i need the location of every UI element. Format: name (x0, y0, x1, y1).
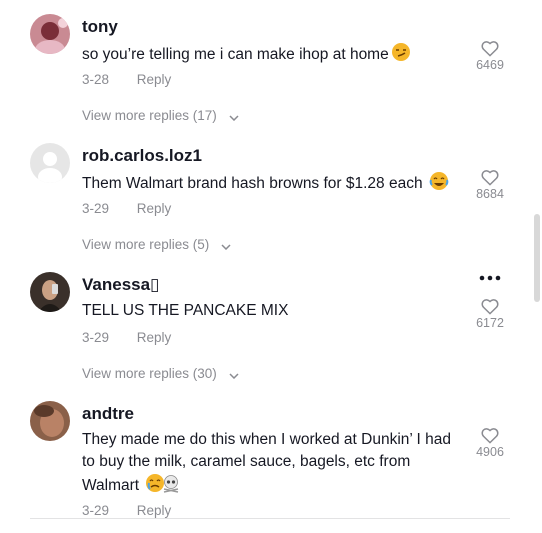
like-count: 6469 (476, 58, 504, 72)
comment-text: Them Walmart brand hash browns for $1.28… (82, 171, 462, 198)
comment-date: 3-29 (82, 201, 110, 216)
comment-text-content: Them Walmart brand hash browns for $1.28… (82, 175, 423, 192)
smirk-emoji-icon (391, 42, 411, 69)
reply-button[interactable]: Reply (137, 72, 172, 87)
comment-meta: 3-29 Reply (82, 201, 171, 216)
chevron-down-icon (229, 109, 239, 124)
heart-outline-icon (481, 170, 499, 186)
comment-text-content: They made me do this when I worked at Du… (82, 431, 452, 494)
reply-button[interactable]: Reply (137, 201, 172, 216)
comment-text-content: TELL US THE PANCAKE MIX (82, 302, 289, 319)
avatar[interactable] (30, 143, 70, 183)
avatar[interactable] (30, 401, 70, 441)
avatar[interactable] (30, 14, 70, 54)
view-more-replies-label: View more replies (5) (82, 237, 210, 252)
chevron-down-icon (221, 238, 231, 253)
divider (30, 518, 510, 519)
tears-of-joy-emoji-icon (429, 171, 449, 198)
comment-date: 3-28 (82, 72, 110, 87)
like-button[interactable]: 6469 (470, 40, 510, 72)
heart-outline-icon (481, 299, 499, 315)
comment-text-content: so you’re telling me i can make ihop at … (82, 46, 389, 63)
view-more-replies-button[interactable]: View more replies (30) (82, 366, 239, 382)
like-count: 6172 (476, 316, 504, 330)
comment-username[interactable]: tony (82, 17, 118, 37)
comment-date: 3-29 (82, 330, 110, 345)
comment-username[interactable]: rob.carlos.loz1 (82, 146, 202, 166)
like-count: 4906 (476, 445, 504, 459)
heart-outline-icon (481, 41, 499, 57)
like-button[interactable]: 4906 (470, 427, 510, 459)
comment-text: TELL US THE PANCAKE MIX (82, 300, 462, 322)
reply-button[interactable]: Reply (137, 503, 172, 518)
comment-username[interactable]: Vanessa▯ (82, 275, 159, 295)
reply-button[interactable]: Reply (137, 330, 172, 345)
chevron-down-icon (229, 367, 239, 382)
comment-meta: 3-28 Reply (82, 72, 171, 87)
comment-meta: 3-29 Reply (82, 330, 171, 345)
comment-meta: 3-29 Reply (82, 503, 171, 518)
comment-date: 3-29 (82, 503, 110, 518)
comment-text: so you’re telling me i can make ihop at … (82, 42, 462, 69)
view-more-replies-button[interactable]: View more replies (17) (82, 108, 239, 124)
more-dots-icon[interactable] (478, 270, 502, 281)
view-more-replies-label: View more replies (30) (82, 366, 217, 381)
like-button[interactable]: 6172 (470, 298, 510, 330)
like-button[interactable]: 8684 (470, 169, 510, 201)
view-more-replies-button[interactable]: View more replies (5) (82, 237, 231, 253)
scrollbar[interactable] (534, 214, 540, 302)
comment-username[interactable]: andtre (82, 404, 134, 424)
crying-skull-emoji-icon (145, 473, 181, 500)
view-more-replies-label: View more replies (17) (82, 108, 217, 123)
comment-text: They made me do this when I worked at Du… (82, 429, 462, 500)
avatar[interactable] (30, 272, 70, 312)
like-count: 8684 (476, 187, 504, 201)
heart-outline-icon (481, 428, 499, 444)
